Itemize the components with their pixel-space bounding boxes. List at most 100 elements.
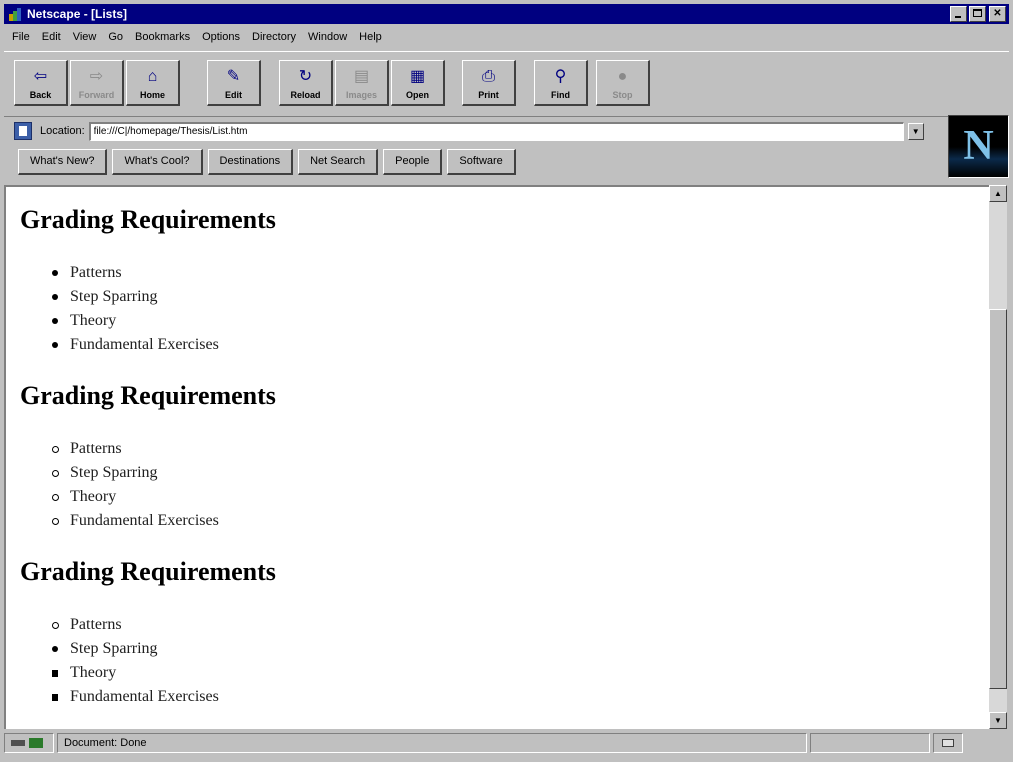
- square-bullet-icon: [52, 670, 58, 677]
- location-bar: Location: ▼: [4, 119, 944, 143]
- forward-button[interactable]: ⇨ Forward: [70, 60, 124, 106]
- netscape-logo[interactable]: N: [948, 115, 1009, 178]
- circle-bullet-icon: [52, 518, 59, 525]
- progress-panel: [810, 733, 930, 753]
- menu-options[interactable]: Options: [196, 31, 246, 43]
- list-item: Theory: [52, 485, 219, 509]
- list-item: Fundamental Exercises: [52, 509, 219, 533]
- stop-button[interactable]: ● Stop: [596, 60, 650, 106]
- forward-label: Forward: [78, 90, 115, 100]
- print-button[interactable]: ⎙ Print: [462, 60, 516, 106]
- list-item: Patterns: [52, 437, 219, 461]
- right-arrow-icon: ⇨: [89, 68, 104, 85]
- reload-label: Reload: [290, 90, 321, 100]
- maximize-icon: [973, 9, 982, 17]
- edit-button[interactable]: ✎ Edit: [207, 60, 261, 106]
- close-icon: ✕: [993, 8, 1002, 19]
- menu-file[interactable]: File: [6, 31, 36, 43]
- find-button[interactable]: ⚲ Find: [534, 60, 588, 106]
- menu-window[interactable]: Window: [302, 31, 353, 43]
- broken-key-icon: [11, 740, 25, 746]
- browser-window: Netscape - [Lists] ✕ File Edit View Go B…: [0, 0, 1013, 762]
- vertical-scrollbar[interactable]: ▲ ▼: [989, 185, 1007, 729]
- left-arrow-icon: ⇦: [33, 68, 48, 85]
- find-label: Find: [551, 90, 570, 100]
- security-indicator[interactable]: [4, 733, 54, 753]
- list-item: Theory: [52, 661, 219, 685]
- destinations-button[interactable]: Destinations: [207, 149, 294, 175]
- reload-icon: ↻: [298, 68, 313, 85]
- images-button[interactable]: ▤ Images: [335, 60, 389, 106]
- people-button[interactable]: People: [383, 149, 443, 175]
- maximize-button[interactable]: [969, 6, 986, 22]
- disc-bullet-icon: [52, 646, 58, 652]
- open-icon: ▦: [409, 68, 426, 85]
- chevron-up-icon: ▲: [994, 189, 1002, 198]
- printer-icon: ⎙: [482, 68, 495, 85]
- circle-bullet-icon: [52, 446, 59, 453]
- navigation-toolbar: ⇦ Back ⇨ Forward ⌂ Home ✎ Edit ↻ Reload …: [4, 51, 1009, 117]
- list-item: Step Sparring: [52, 285, 219, 309]
- print-label: Print: [478, 90, 499, 100]
- menu-view[interactable]: View: [67, 31, 103, 43]
- section-heading: Grading Requirements: [20, 557, 276, 586]
- house-icon: ⌂: [147, 68, 158, 85]
- stop-label: Stop: [612, 90, 633, 100]
- disc-bullet-icon: [52, 342, 58, 348]
- status-text: Document: Done: [57, 733, 807, 753]
- disc-bullet-icon: [52, 294, 58, 300]
- list-item: Fundamental Exercises: [52, 333, 219, 357]
- whats-new-button[interactable]: What's New?: [18, 149, 108, 175]
- list-item: Theory: [52, 309, 219, 333]
- back-button[interactable]: ⇦ Back: [14, 60, 68, 106]
- list-item: Step Sparring: [52, 637, 219, 661]
- net-search-button[interactable]: Net Search: [298, 149, 379, 175]
- disc-bullet-icon: [52, 318, 58, 324]
- bookmark-link-icon[interactable]: [14, 122, 32, 140]
- status-bar: Document: Done: [4, 731, 1009, 755]
- menu-edit[interactable]: Edit: [36, 31, 67, 43]
- window-title: Netscape - [Lists]: [27, 7, 128, 21]
- minimize-icon: [955, 16, 961, 18]
- close-button[interactable]: ✕: [989, 6, 1006, 22]
- scroll-up-button[interactable]: ▲: [989, 185, 1007, 202]
- home-label: Home: [139, 90, 165, 100]
- scroll-down-button[interactable]: ▼: [989, 712, 1007, 729]
- stop-icon: ●: [617, 68, 628, 85]
- circle-bullet-icon: [52, 622, 59, 629]
- open-button[interactable]: ▦ Open: [391, 60, 445, 106]
- section-heading: Grading Requirements: [20, 205, 276, 234]
- netscape-app-icon: [7, 6, 23, 22]
- images-icon: ▤: [353, 68, 370, 85]
- home-button[interactable]: ⌂ Home: [126, 60, 180, 106]
- window-controls: ✕: [948, 6, 1006, 22]
- location-input[interactable]: [88, 121, 904, 141]
- location-dropdown-button[interactable]: ▼: [907, 122, 924, 140]
- disc-list: Patterns Step Sparring Theory Fundamenta…: [52, 261, 219, 357]
- list-item: Patterns: [52, 261, 219, 285]
- menu-directory[interactable]: Directory: [246, 31, 302, 43]
- software-button[interactable]: Software: [447, 149, 516, 175]
- circle-bullet-icon: [52, 470, 59, 477]
- circle-list: Patterns Step Sparring Theory Fundamenta…: [52, 437, 219, 533]
- menu-go[interactable]: Go: [102, 31, 129, 43]
- list-item: Fundamental Exercises: [52, 685, 219, 709]
- reload-button[interactable]: ↻ Reload: [279, 60, 333, 106]
- list-item: Patterns: [52, 613, 219, 637]
- open-label: Open: [405, 90, 429, 100]
- menu-help[interactable]: Help: [353, 31, 388, 43]
- netscape-n-icon: N: [963, 123, 994, 169]
- list-item: Step Sparring: [52, 461, 219, 485]
- mail-button[interactable]: [933, 733, 963, 753]
- disc-bullet-icon: [52, 270, 58, 276]
- scrollbar-thumb[interactable]: [989, 309, 1007, 689]
- pencil-icon: ✎: [226, 68, 241, 85]
- chevron-down-icon: ▼: [994, 716, 1002, 725]
- minimize-button[interactable]: [950, 6, 967, 22]
- mixed-list: Patterns Step Sparring Theory Fundamenta…: [52, 613, 219, 709]
- whats-cool-button[interactable]: What's Cool?: [112, 149, 203, 175]
- chevron-down-icon: ▼: [911, 126, 920, 136]
- envelope-icon: [942, 739, 954, 747]
- circle-bullet-icon: [52, 494, 59, 501]
- menu-bookmarks[interactable]: Bookmarks: [129, 31, 196, 43]
